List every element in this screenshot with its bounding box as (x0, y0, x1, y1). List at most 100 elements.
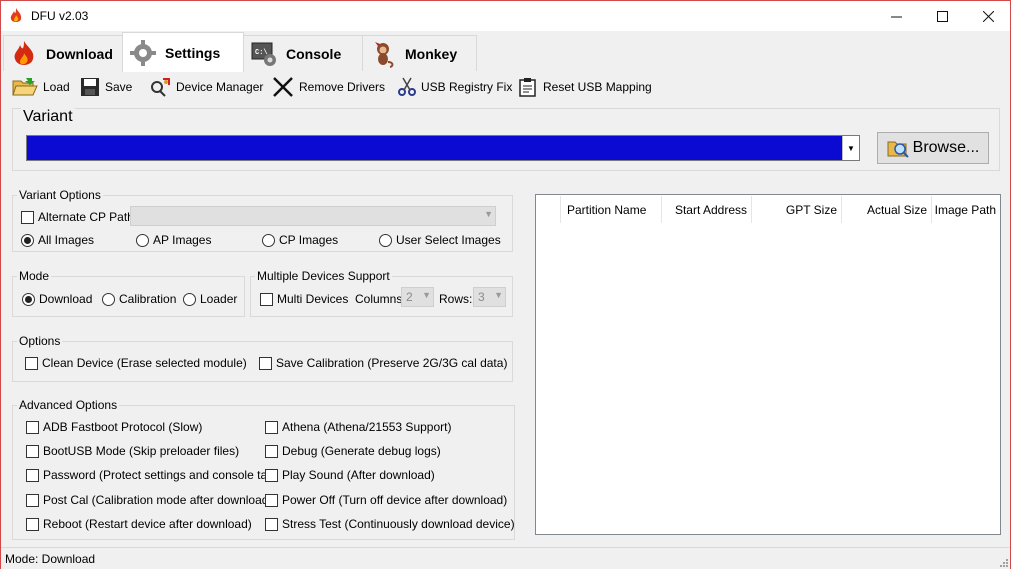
column-header-actual-size[interactable]: Actual Size (842, 196, 932, 223)
radio-label: AP Images (153, 233, 212, 247)
checkbox-label: Play Sound (After download) (282, 468, 435, 482)
checkbox-label: BootUSB Mode (Skip preloader files) (43, 444, 240, 458)
stress-test-checkbox[interactable]: Stress Test (Continuously download devic… (265, 517, 515, 531)
browse-label: Browse... (912, 139, 980, 156)
rows-label: Rows: (439, 292, 473, 306)
password-checkbox[interactable]: Password (Protect settings and console t… (26, 468, 278, 482)
usb-registry-fix-label: USB Registry Fix (421, 80, 513, 94)
checkbox-label: Post Cal (Calibration mode after downloa… (43, 493, 273, 507)
columns-select: 2 ▼ (401, 287, 434, 307)
checkbox-label: Debug (Generate debug logs) (282, 444, 441, 458)
reboot-checkbox[interactable]: Reboot (Restart device after download) (26, 517, 252, 531)
radio-label: User Select Images (396, 233, 501, 247)
radio-all-images[interactable]: All Images (21, 233, 94, 247)
column-header-partition-name[interactable]: Partition Name (561, 196, 662, 223)
variant-label: Variant (21, 108, 75, 126)
tab-label: Settings (165, 44, 221, 61)
alternate-cp-path-checkbox[interactable]: Alternate CP Path (21, 210, 134, 224)
radio-cp-images[interactable]: CP Images (262, 233, 338, 247)
checkbox-label: Reboot (Restart device after download) (43, 517, 252, 531)
radio-label: All Images (38, 233, 95, 247)
radio-mode-calibration[interactable]: Calibration (102, 292, 176, 306)
column-header-start-address[interactable]: Start Address (662, 196, 752, 223)
variant-select[interactable]: ▼ (26, 135, 860, 161)
chevron-down-icon: ▼ (422, 290, 431, 300)
table-header-spacer (536, 196, 561, 223)
advanced-options-label: Advanced Options (17, 398, 120, 412)
power-off-checkbox[interactable]: Power Off (Turn off device after downloa… (265, 493, 507, 507)
title-bar: DFU v2.03 (1, 1, 1010, 31)
app-flame-icon (10, 8, 22, 22)
maximize-icon (936, 10, 948, 22)
load-button[interactable]: Load (12, 75, 70, 99)
bootusb-mode-checkbox[interactable]: BootUSB Mode (Skip preloader files) (26, 444, 239, 458)
radio-mode-loader[interactable]: Loader (183, 292, 237, 306)
save-calibration-label: Save Calibration (Preserve 2G/3G cal dat… (276, 356, 508, 370)
tab-monkey[interactable]: Monkey (362, 35, 477, 71)
flame-icon (14, 40, 34, 65)
tab-label: Download (46, 45, 113, 62)
rows-select: 3 ▼ (473, 287, 506, 307)
adb-fastboot-checkbox[interactable]: ADB Fastboot Protocol (Slow) (26, 420, 202, 434)
radio-ap-images[interactable]: AP Images (136, 233, 211, 247)
advanced-options-group: Advanced Options ADB Fastboot Protocol (… (12, 398, 515, 540)
tab-label: Console (286, 45, 342, 62)
tab-download[interactable]: Download (3, 35, 123, 71)
play-sound-checkbox[interactable]: Play Sound (After download) (265, 468, 435, 482)
close-button[interactable] (965, 1, 1011, 31)
checkbox-label: Power Off (Turn off device after downloa… (282, 493, 508, 507)
chevron-down-icon: ▼ (484, 209, 493, 219)
checkbox-label: Athena (Athena/21553 Support) (282, 420, 452, 434)
save-label: Save (105, 80, 133, 94)
device-manager-icon (151, 78, 170, 97)
clipboard-icon (519, 78, 536, 97)
mode-group: Mode Download Calibration Loader (12, 269, 245, 317)
resize-grip-icon[interactable] (998, 557, 1008, 567)
remove-drivers-button[interactable]: Remove Drivers (272, 75, 385, 99)
minimize-button[interactable] (873, 1, 919, 31)
app-window: DFU v2.03 Download Settings C:\ Console … (0, 0, 1011, 569)
multi-devices-checkbox[interactable]: Multi Devices (260, 292, 348, 306)
folder-open-icon (12, 78, 38, 96)
save-calibration-checkbox[interactable]: Save Calibration (Preserve 2G/3G cal dat… (259, 356, 507, 370)
athena-checkbox[interactable]: Athena (Athena/21553 Support) (265, 420, 451, 434)
radio-mode-download[interactable]: Download (22, 292, 92, 306)
tab-strip: Download Settings C:\ Console Monkey (1, 32, 1010, 72)
options-group: Options Clean Device (Erase selected mod… (12, 334, 513, 382)
minimize-icon (890, 16, 902, 17)
status-text: Mode: Download (5, 552, 96, 566)
alternate-cp-path-select: ▼ (130, 206, 496, 226)
usb-registry-fix-button[interactable]: USB Registry Fix (398, 75, 512, 99)
mode-label: Mode (17, 269, 52, 283)
device-manager-button[interactable]: Device Manager (149, 75, 263, 99)
remove-icon (273, 77, 293, 97)
reset-usb-mapping-button[interactable]: Reset USB Mapping (518, 75, 652, 99)
column-header-image-path[interactable]: Image Path (932, 196, 1000, 223)
post-cal-checkbox[interactable]: Post Cal (Calibration mode after downloa… (26, 493, 272, 507)
radio-label: Calibration (119, 292, 177, 306)
maximize-button[interactable] (919, 1, 965, 31)
toolbar: Load Save Device Manager Remove Drivers … (1, 71, 1010, 103)
clean-device-checkbox[interactable]: Clean Device (Erase selected module) (25, 356, 247, 370)
radio-label: CP Images (279, 233, 339, 247)
partition-table[interactable]: Partition Name Start Address GPT Size Ac… (535, 194, 1001, 535)
checkbox-label: Password (Protect settings and console t… (43, 468, 278, 482)
variant-options-label: Variant Options (17, 188, 103, 202)
multiple-devices-group: Multiple Devices Support Multi Devices C… (250, 269, 513, 317)
reset-usb-mapping-label: Reset USB Mapping (543, 80, 652, 94)
save-button[interactable]: Save (80, 75, 132, 99)
tab-console[interactable]: C:\ Console (243, 35, 363, 71)
tab-settings[interactable]: Settings (122, 32, 244, 72)
checkbox-label: Stress Test (Continuously download devic… (282, 517, 515, 531)
browse-button[interactable]: Browse... (877, 132, 989, 164)
debug-checkbox[interactable]: Debug (Generate debug logs) (265, 444, 441, 458)
checkbox-label: ADB Fastboot Protocol (Slow) (43, 420, 203, 434)
column-header-gpt-size[interactable]: GPT Size (752, 196, 842, 223)
chevron-down-icon: ▼ (494, 290, 503, 300)
multiple-devices-label: Multiple Devices Support (255, 269, 392, 283)
console-icon: C:\ (251, 42, 276, 66)
radio-label: Download (39, 292, 93, 306)
chevron-down-icon[interactable]: ▼ (842, 136, 859, 160)
radio-user-select-images[interactable]: User Select Images (379, 233, 501, 247)
status-bar: Mode: Download (1, 547, 1010, 569)
